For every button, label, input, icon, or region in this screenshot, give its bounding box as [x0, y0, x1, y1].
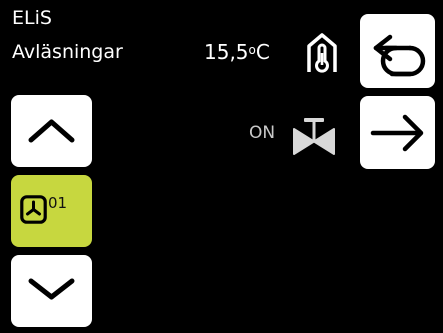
- scroll-down-button[interactable]: [11, 255, 92, 327]
- back-button[interactable]: [360, 14, 435, 88]
- valve-icon: [293, 118, 335, 155]
- chevron-up-icon: [28, 119, 75, 143]
- fan-icon: [20, 195, 47, 224]
- scroll-up-button[interactable]: [11, 95, 92, 167]
- app-title: ELiS: [12, 7, 52, 29]
- device-screen: ELiS Avläsningar 15,5oC ON 01: [0, 0, 443, 333]
- degree-symbol: o: [248, 43, 256, 57]
- next-button[interactable]: [360, 96, 435, 169]
- chevron-down-icon: [28, 278, 75, 300]
- fan-number: 01: [48, 194, 68, 212]
- temperature-readout: 15,5oC: [204, 40, 270, 64]
- temperature-value: 15,5: [204, 40, 249, 64]
- fan-item-selected[interactable]: 01: [11, 175, 92, 247]
- temperature-unit: C: [255, 40, 270, 64]
- valve-status: ON: [249, 123, 276, 143]
- forward-arrow-icon: [370, 114, 424, 152]
- page-title: Avläsningar: [12, 41, 123, 63]
- back-arrow-icon: [373, 34, 426, 77]
- thermometer-house-icon: [307, 33, 337, 73]
